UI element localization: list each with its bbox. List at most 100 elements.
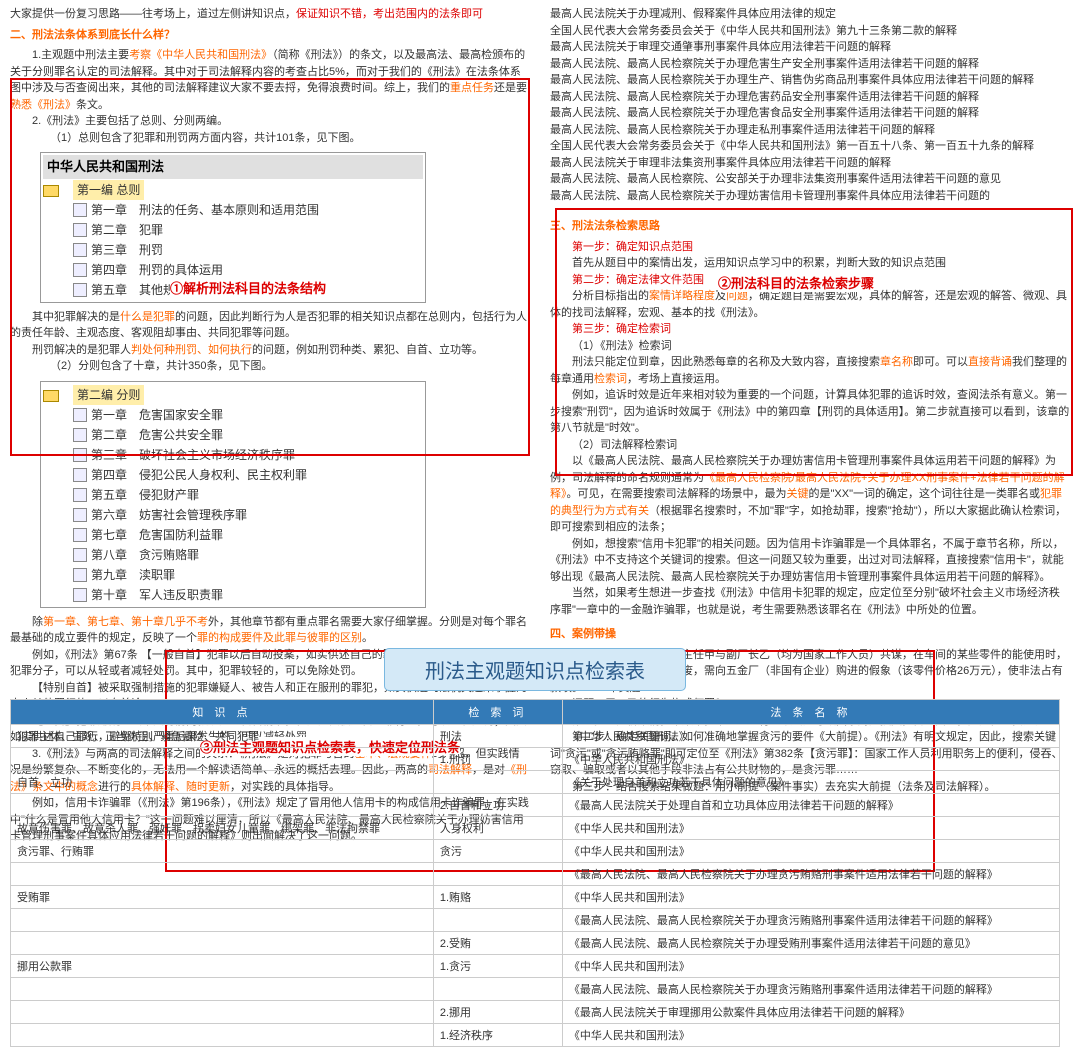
doc-list-item: 全国人民代表大会常务委员会关于《中华人民共和国刑法》第九十三条第二款的解释 [550,23,1070,40]
doc-list-item: 最高人民法院、最高人民检察院关于办理危害食品安全刑事案件适用法律若干问题的解释 [550,105,1070,122]
cell-knowledge: 故意伤害罪、故意杀人罪、强奸罪、拐卖妇女儿童罪、绑架罪、非法拘禁罪 [11,817,434,840]
cell-knowledge: 挪用公款罪 [11,955,434,978]
heading-four: 四、案例带操 [550,626,1070,643]
cell-search: 2.挪用 [433,1001,562,1024]
para-6: 除第一章、第七章、第十章几乎不考外，其他章节都有重点罪名需要大家仔细掌握。分则是… [10,614,530,647]
doc-list-item: 最高人民法院、最高人民检察院关于办理走私刑事案件适用法律若干问题的解释 [550,122,1070,139]
heading-three: 三、刑法法条检索思路 [550,218,1070,235]
cell-law: 《中华人民共和国刑法》 [562,1024,1059,1047]
doc-icon [73,283,87,297]
cell-search: 刑法 [433,725,562,748]
doc-list-item: 最高人民法院关于审理交通肇事刑事案件具体应用法律若干问题的解释 [550,39,1070,56]
cell-search: 1.贿赂 [433,886,562,909]
table-row: 2.受贿《最高人民法院、最高人民检察院关于办理受贿刑事案件适用法律若干问题的意见… [11,932,1060,955]
cell-law: 《中华人民共和国刑法》 [562,725,1059,748]
retrieval-table-section: 刑法主观题知识点检索表 知 识 点 检 索 词 法 条 名 称 犯罪主体、主观、… [10,648,1060,1047]
cell-law: 《中华人民共和国刑法》 [562,840,1059,863]
cell-knowledge: 自首、立功 [11,771,434,794]
folder-icon [43,390,59,402]
annotation-1: ①解析刑法科目的法条结构 [170,278,326,297]
cell-knowledge: 受贿罪 [11,886,434,909]
doc-icon [73,568,87,582]
folder-icon [43,185,59,197]
step2-text: 分析目标指出的案情详略程度及问题，确定题目是需要宏观，具体的解答，还是宏观的解答… [550,288,1070,321]
table-row: 贪污罪、行贿罪贪污《中华人民共和国刑法》 [11,840,1060,863]
table-row: 受贿罪1.贿赂《中华人民共和国刑法》 [11,886,1060,909]
doc-icon [73,488,87,502]
cell-knowledge [11,794,434,817]
heading-two: 二、刑法法条体系到底长什么样？ [10,27,530,44]
cell-law: 《中华人民共和国刑法》 [562,955,1059,978]
cell-search: 1.经济秩序 [433,1024,562,1047]
doc-icon [73,508,87,522]
table-row: 挪用公款罪1.贪污《中华人民共和国刑法》 [11,955,1060,978]
cell-law: 《最高人民法院、最高人民检察院关于办理贪污贿赂刑事案件适用法律若干问题的解释》 [562,863,1059,886]
step3-2-ex: 例如，想搜索"信用卡犯罪"的相关问题。因为信用卡诈骗罪是一个具体罪名，不属于章节… [550,536,1070,586]
doc-icon [73,528,87,542]
doc-icon [73,588,87,602]
table-row: 1.经济秩序《中华人民共和国刑法》 [11,1024,1060,1047]
doc-icon [73,468,87,482]
table-row: 《最高人民法院、最高人民检察院关于办理贪污贿赂刑事案件适用法律若干问题的解释》 [11,863,1060,886]
doc-list-item: 最高人民法院、最高人民检察院关于办理危害药品安全刑事案件适用法律若干问题的解释 [550,89,1070,106]
cell-law: 《中华人民共和国刑法》 [562,748,1059,771]
step1-text: 首先从题目中的案情出发，运用知识点学习中的积累，判断大致的知识点范围 [550,255,1070,272]
cell-search: 2.自首和立功 [433,794,562,817]
cell-law: 《中华人民共和国刑法》 [562,886,1059,909]
table-row: 犯罪主体、主观、正当防卫、紧急避险、共同犯罪刑法《中华人民共和国刑法》 [11,725,1060,748]
cell-law: 《最高人民法院、最高人民检察院关于办理贪污贿赂刑事案件适用法律若干问题的解释》 [562,978,1059,1001]
cell-law: 《最高人民法院关于审理挪用公款案件具体应用法律若干问题的解释》 [562,1001,1059,1024]
table-row: 2.自首和立功《最高人民法院关于处理自首和立功具体应用法律若干问题的解释》 [11,794,1060,817]
doc-list-item: 最高人民法院关于审理非法集资刑事案件具体应用法律若干问题的解释 [550,155,1070,172]
annotation-2: ②刑法科目的法条检索步骤 [718,273,874,292]
table-row: 2.挪用《最高人民法院关于审理挪用公款案件具体应用法律若干问题的解释》 [11,1001,1060,1024]
doc-list: 最高人民法院关于办理减刑、假释案件具体应用法律的规定全国人民代表大会常务委员会关… [550,6,1070,204]
cell-knowledge [11,978,434,1001]
table-row: 自首、立功《关于处理自首和立功若干具体问题的意见》 [11,771,1060,794]
cell-search: 2.受贿 [433,932,562,955]
para-4: 刑罚解决的是犯罪人判处何种刑罚、如何执行的问题，例如刑罚种类、累犯、自首、立功等… [10,342,530,359]
doc-icon [73,243,87,257]
cell-search [433,909,562,932]
doc-icon [73,263,87,277]
doc-icon [73,203,87,217]
cell-knowledge: 贪污罪、行贿罪 [11,840,434,863]
law-tree-2: 第二编 分则 第一章 危害国家安全罪 第二章 危害公共安全罪 第三章 破坏社会主… [40,381,426,608]
doc-list-item: 全国人民代表大会常务委员会关于《中华人民共和国刑法》第一百五十八条、第一百五十九… [550,138,1070,155]
cell-search: 人身权利 [433,817,562,840]
cell-search [433,978,562,1001]
th-search: 检 索 词 [433,700,562,725]
para-2: 2.《刑法》主要包括了总则、分则两编。 [10,113,530,130]
cell-search: 贪污 [433,840,562,863]
cell-law: 《最高人民法院、最高人民检察院关于办理受贿刑事案件适用法律若干问题的意见》 [562,932,1059,955]
cell-law: 《最高人民法院、最高人民检察院关于办理贪污贿赂刑事案件适用法律若干问题的解释》 [562,909,1059,932]
para-5: （2）分则包含了十章，共计350条，见下图。 [10,358,530,375]
doc-icon [73,548,87,562]
cell-knowledge: 犯罪主体、主观、正当防卫、紧急避险、共同犯罪 [11,725,434,748]
th-law: 法 条 名 称 [562,700,1059,725]
cell-law: 《中华人民共和国刑法》 [562,817,1059,840]
table-row: 《最高人民法院、最高人民检察院关于办理贪污贿赂刑事案件适用法律若干问题的解释》 [11,978,1060,1001]
cell-law: 《最高人民法院关于处理自首和立功具体应用法律若干问题的解释》 [562,794,1059,817]
table-row: 《最高人民法院、最高人民检察院关于办理贪污贿赂刑事案件适用法律若干问题的解释》 [11,909,1060,932]
step3-label: 第三步：确定检索词 [550,321,1070,338]
retrieval-table: 知 识 点 检 索 词 法 条 名 称 犯罪主体、主观、正当防卫、紧急避险、共同… [10,699,1060,1047]
para-1: 1.主观题中刑法主要考察《中华人民共和国刑法》（简称《刑法》）的条文，以及最高法… [10,47,530,113]
step3-2-ex2: 当然，如果考生想进一步查找《刑法》中信用卡犯罪的规定，应定位至分别"破坏社会主义… [550,585,1070,618]
para-3: 其中犯罪解决的是什么是犯罪的问题，因此判断行为人是否犯罪的相关知识点都在总则内，… [10,309,530,342]
cell-knowledge [11,909,434,932]
para-2-sub: （1）总则包含了犯罪和刑罚两方面内容，共计101条，见下图。 [10,130,530,147]
cell-knowledge [11,863,434,886]
cell-search: 1.刑罚 [433,748,562,771]
th-knowledge: 知 识 点 [11,700,434,725]
step3-1-ex: 例如，追诉时效是近年来相对较为重要的一个问题，计算具体犯罪的追诉时效，查阅法杀有… [550,387,1070,437]
doc-list-item: 最高人民法院关于办理减刑、假释案件具体应用法律的规定 [550,6,1070,23]
doc-icon [73,223,87,237]
intro-line: 大家提供一份复习思路——往考场上，道过左侧讲知识点，保证知识不错，考出范围内的法… [10,6,530,23]
cell-search [433,863,562,886]
doc-icon [73,428,87,442]
step3-1-text: 刑法只能定位到章，因此熟悉每章的名称及大致内容，直接搜索章名称即可。可以直接背诵… [550,354,1070,387]
step3-2-text: 以《最高人民法院、最高人民检察院关于办理妨害信用卡管理刑事案件具体运用若干问题的… [550,453,1070,536]
cell-knowledge [11,748,434,771]
table-row: 故意伤害罪、故意杀人罪、强奸罪、拐卖妇女儿童罪、绑架罪、非法拘禁罪人身权利《中华… [11,817,1060,840]
